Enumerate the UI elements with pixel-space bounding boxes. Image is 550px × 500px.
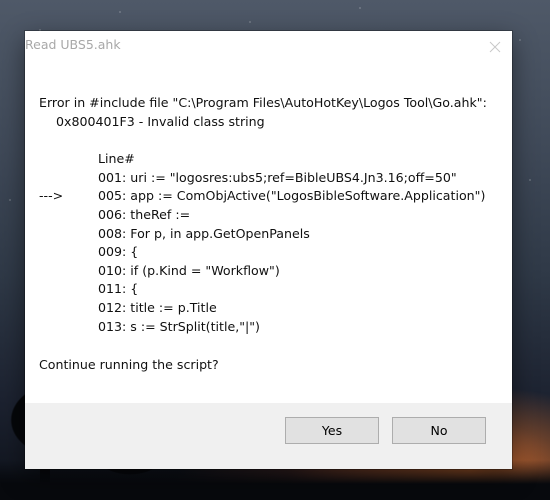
code-text: 010: if (p.Kind = "Workflow") xyxy=(98,262,280,278)
yes-button[interactable]: Yes xyxy=(285,417,379,444)
code-header-row: Line# xyxy=(39,150,502,169)
no-button[interactable]: No xyxy=(392,417,486,444)
code-line: 011: { xyxy=(39,280,502,299)
message-dialog: Read UBS5.ahk Error in #include file "C:… xyxy=(25,31,512,469)
dialog-message: Error in #include file "C:\Program Files… xyxy=(39,94,502,375)
current-line-arrow: ---> xyxy=(39,188,64,204)
code-text: 009: { xyxy=(98,244,139,260)
code-line: 006: theRef := xyxy=(39,206,502,225)
code-listing: Line# 001: uri := "logosres:ubs5;ref=Bib… xyxy=(39,150,502,336)
code-text: 005: app := ComObjActive("LogosBibleSoft… xyxy=(98,188,486,204)
code-line-current: ---> 005: app := ComObjActive("LogosBibl… xyxy=(39,187,502,206)
dialog-button-bar: Yes No xyxy=(25,403,512,469)
window-title: Read UBS5.ahk xyxy=(25,37,121,52)
continue-question: Continue running the script? xyxy=(39,357,219,373)
close-icon xyxy=(489,41,501,53)
code-header: Line# xyxy=(98,151,135,167)
code-line: 009: { xyxy=(39,243,502,262)
error-code: 0x800401F3 - Invalid class string xyxy=(56,113,265,129)
code-text: 008: For p, in app.GetOpenPanels xyxy=(98,225,310,241)
code-line: 001: uri := "logosres:ubs5;ref=BibleUBS4… xyxy=(39,169,502,188)
code-text: 006: theRef := xyxy=(98,206,191,222)
code-line: 010: if (p.Kind = "Workflow") xyxy=(39,262,502,281)
code-line: 012: title := p.Title xyxy=(39,299,502,318)
code-line: 013: s := StrSplit(title,"|") xyxy=(39,318,502,337)
code-text: 001: uri := "logosres:ubs5;ref=BibleUBS4… xyxy=(98,169,457,185)
close-button[interactable] xyxy=(484,36,506,58)
code-text: 011: { xyxy=(98,281,139,297)
code-text: 013: s := StrSplit(title,"|") xyxy=(98,318,260,334)
error-message: Error in #include file "C:\Program Files… xyxy=(39,95,487,110)
code-text: 012: title := p.Title xyxy=(98,299,217,315)
code-line: 008: For p, in app.GetOpenPanels xyxy=(39,225,502,244)
dialog-titlebar[interactable]: Read UBS5.ahk xyxy=(25,31,512,61)
